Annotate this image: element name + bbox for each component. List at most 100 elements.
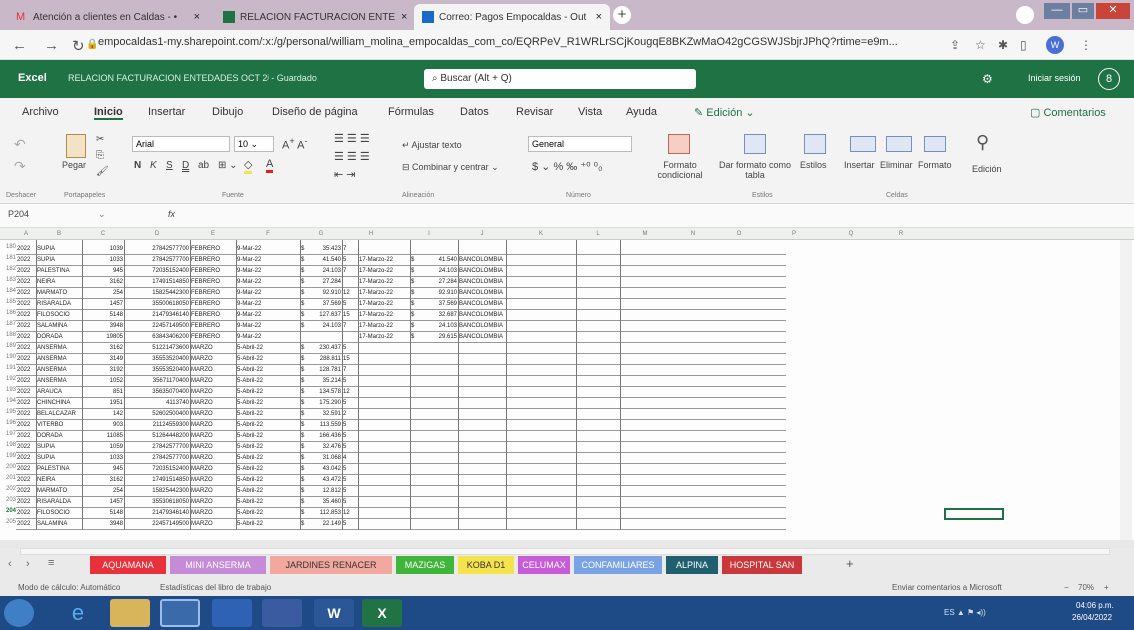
cell-g[interactable]: 127.637 (308, 310, 342, 321)
undo-icon[interactable]: ↶ (14, 136, 26, 153)
cell-b[interactable]: SALAMINA (36, 519, 82, 530)
cell-b[interactable]: SUPIA (36, 442, 82, 453)
cell-c[interactable]: 254 (82, 486, 124, 497)
currency-symbol[interactable] (410, 376, 418, 387)
tray-icons[interactable]: ES ▲ ⚑ ◂)) (944, 608, 986, 617)
cell-d[interactable]: 17491514850 (124, 277, 190, 288)
currency-symbol[interactable]: $ (300, 497, 308, 508)
cell-e[interactable]: FEBRERO (190, 266, 236, 277)
browser-tab-outlook[interactable]: Correo: Pagos Empocaldas - Out × (414, 4, 610, 30)
cell-f[interactable]: 5-Abril-22 (236, 365, 300, 376)
cell-k[interactable] (458, 409, 506, 420)
currency-symbol[interactable]: $ (410, 321, 418, 332)
start-button[interactable] (4, 599, 34, 627)
cell-d[interactable]: 35553520400 (124, 365, 190, 376)
cell-g[interactable]: 230.437 (308, 343, 342, 354)
cell-i[interactable] (358, 420, 410, 431)
cell-j[interactable] (418, 343, 458, 354)
cell-c[interactable]: 851 (82, 387, 124, 398)
column-header[interactable]: C (82, 228, 124, 240)
cell-i[interactable] (358, 376, 410, 387)
cell-a[interactable]: 2022 (16, 409, 36, 420)
cell-a[interactable]: 2022 (16, 244, 36, 255)
cell-e[interactable]: MARZO (190, 398, 236, 409)
cell-e[interactable]: MARZO (190, 453, 236, 464)
file-explorer-icon[interactable] (110, 599, 150, 627)
cell-b[interactable]: DORADA (36, 332, 82, 343)
cell-d[interactable]: 35635070400 (124, 387, 190, 398)
cell-g[interactable]: 43.042 (308, 464, 342, 475)
cell-a[interactable]: 2022 (16, 486, 36, 497)
cell-c[interactable]: 3948 (82, 321, 124, 332)
currency-symbol[interactable]: $ (410, 255, 418, 266)
tab-datos[interactable]: Datos (460, 106, 489, 118)
cell-b[interactable]: RISARALDA (36, 299, 82, 310)
cell-i[interactable] (358, 365, 410, 376)
cell-h[interactable]: 5 (342, 255, 352, 266)
conditional-format-label[interactable]: Formato condicional (650, 160, 710, 180)
cell-i[interactable]: 17-Marzo-22 (358, 255, 410, 266)
cell-a[interactable]: 2022 (16, 255, 36, 266)
cell-c[interactable]: 903 (82, 420, 124, 431)
currency-symbol[interactable] (410, 244, 418, 255)
cell-k[interactable] (458, 486, 506, 497)
cell-d[interactable]: 72035152400 (124, 266, 190, 277)
sheet-tab[interactable]: ALPINA (666, 556, 718, 574)
cell-h[interactable]: 12 (342, 387, 352, 398)
cell-k[interactable] (458, 387, 506, 398)
currency-symbol[interactable]: $ (300, 321, 308, 332)
browser-tab-excel[interactable]: RELACION FACTURACION ENTE × (215, 4, 411, 30)
currency-symbol[interactable]: $ (300, 266, 308, 277)
cell-g[interactable]: 37.569 (308, 299, 342, 310)
row-header[interactable]: 200 (0, 464, 16, 470)
currency-symbol[interactable]: $ (300, 453, 308, 464)
cell-j[interactable] (418, 442, 458, 453)
font-size-select[interactable]: 10 ⌄ (234, 136, 274, 152)
cell-a[interactable]: 2022 (16, 431, 36, 442)
cell-i[interactable] (358, 486, 410, 497)
row-header[interactable]: 199 (0, 453, 16, 459)
cell-d[interactable]: 21124559300 (124, 420, 190, 431)
format-painter-icon[interactable]: 🖌 (96, 166, 109, 177)
tab-archivo[interactable]: Archivo (22, 106, 59, 118)
cell-e[interactable]: MARZO (190, 464, 236, 475)
tab-revisar[interactable]: Revisar (516, 106, 553, 118)
cell-h[interactable]: 5 (342, 343, 352, 354)
column-header[interactable]: A (16, 228, 36, 240)
cell-h[interactable]: 2 (342, 409, 352, 420)
cell-g[interactable]: 12.812 (308, 486, 342, 497)
cell-a[interactable]: 2022 (16, 420, 36, 431)
selected-cell[interactable] (944, 508, 1004, 520)
tab-dibujo[interactable]: Dibujo (212, 106, 243, 118)
clock-date[interactable]: 26/04/2022 (1072, 613, 1112, 622)
row-header[interactable]: 181 (0, 255, 16, 261)
function-icon[interactable]: fx (168, 209, 175, 219)
cut-icon[interactable]: ✂ (96, 134, 104, 145)
cell-e[interactable]: MARZO (190, 387, 236, 398)
format-as-table-icon[interactable] (744, 134, 766, 154)
cell-h[interactable]: 7 (342, 244, 352, 255)
cell-c[interactable]: 1457 (82, 497, 124, 508)
cell-a[interactable]: 2022 (16, 453, 36, 464)
cell-c[interactable]: 3948 (82, 519, 124, 530)
cell-g[interactable]: 24.103 (308, 266, 342, 277)
currency-symbol[interactable]: $ (410, 332, 418, 343)
cell-a[interactable]: 2022 (16, 365, 36, 376)
row-header[interactable]: 198 (0, 442, 16, 448)
currency-symbol[interactable] (410, 420, 418, 431)
currency-symbol[interactable] (410, 508, 418, 519)
cell-a[interactable]: 2022 (16, 464, 36, 475)
cell-b[interactable]: MARMATO (36, 288, 82, 299)
forward-icon[interactable]: → (44, 37, 59, 54)
cell-d[interactable]: 27842577700 (124, 255, 190, 266)
currency-symbol[interactable] (410, 365, 418, 376)
workbook-stats-link[interactable]: Estadísticas del libro de trabajo (160, 583, 271, 592)
feedback-link[interactable]: Enviar comentarios a Microsoft (892, 583, 1002, 592)
cell-k[interactable] (458, 354, 506, 365)
cell-a[interactable]: 2022 (16, 442, 36, 453)
column-header[interactable]: R (876, 228, 926, 240)
cell-e[interactable]: FEBRERO (190, 255, 236, 266)
cell-b[interactable]: ANSERMA (36, 365, 82, 376)
column-header[interactable]: G (300, 228, 342, 240)
cell-j[interactable] (418, 475, 458, 486)
